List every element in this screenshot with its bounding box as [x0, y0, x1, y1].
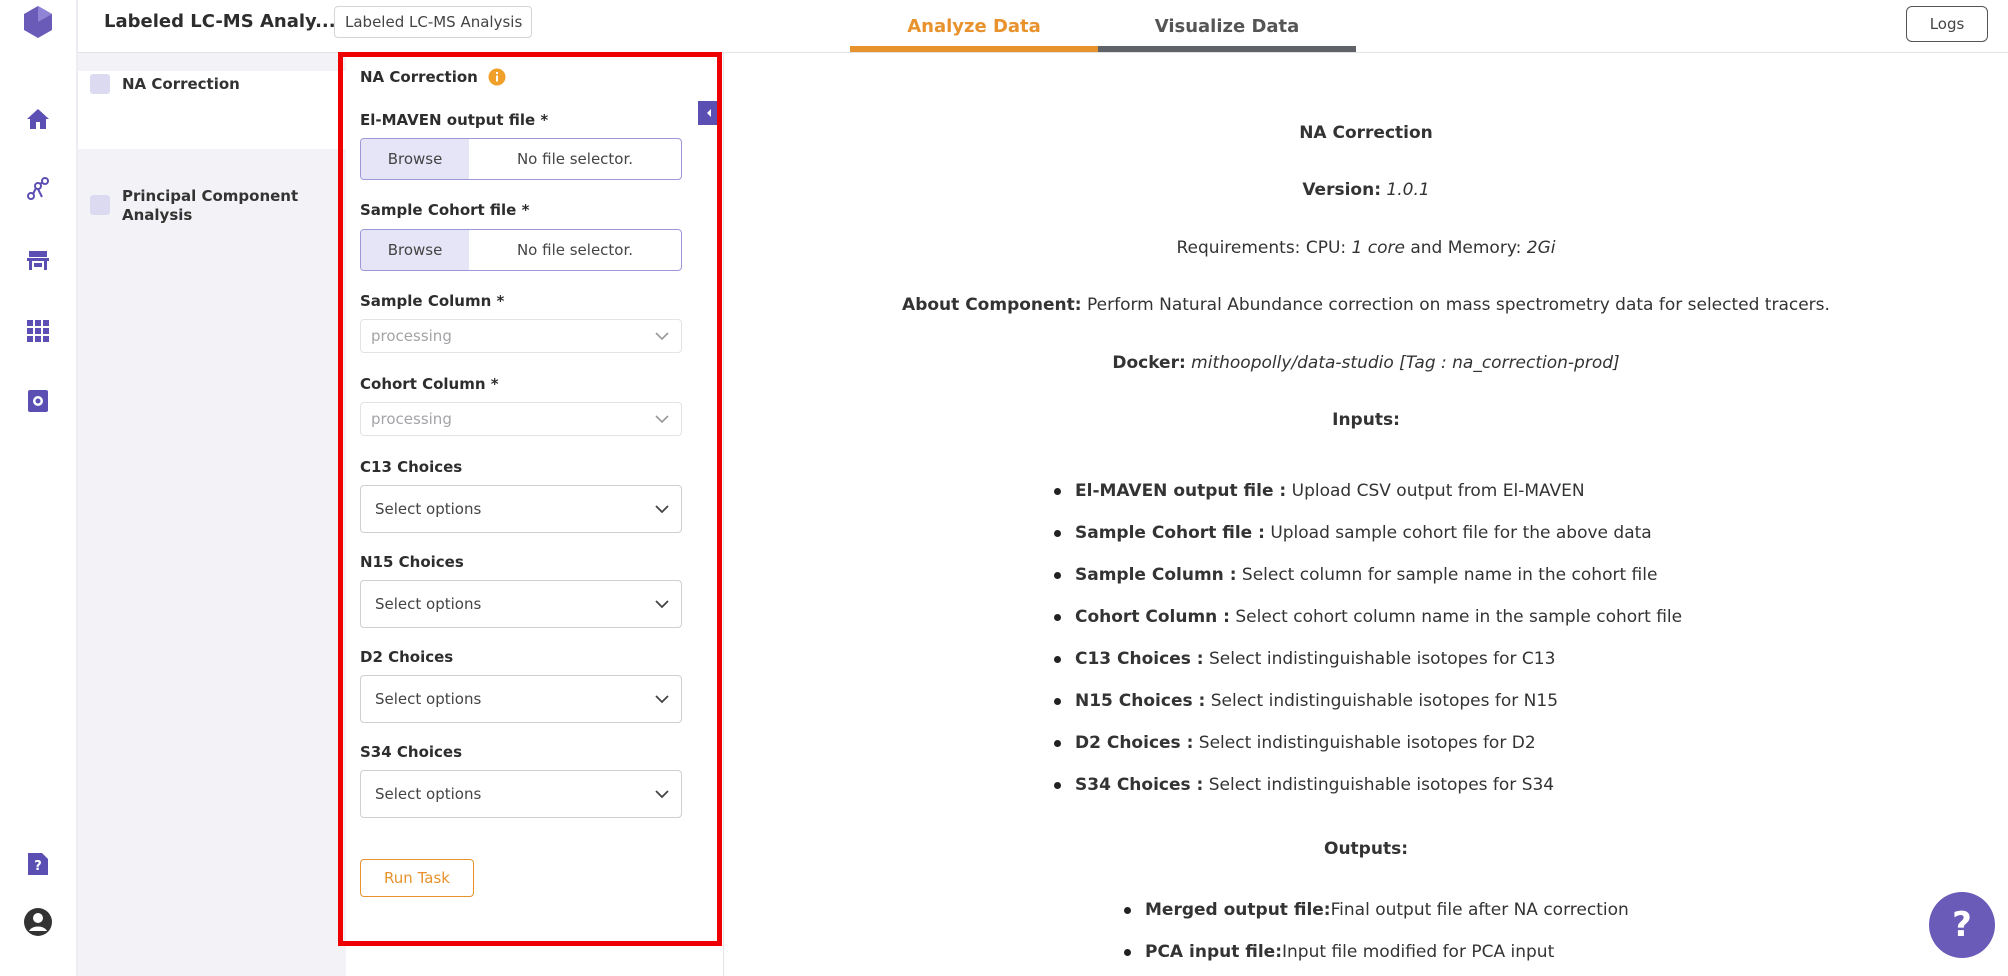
version-label: Version:	[1302, 180, 1381, 200]
list-item: Cohort Column : Select cohort column nam…	[1054, 596, 1682, 638]
list-item: Merged output file: Final output file aft…	[1124, 889, 1629, 931]
elmaven-file-input[interactable]: Browse No file selector.	[360, 138, 682, 180]
logs-button[interactable]: Logs	[1906, 6, 1988, 42]
form-heading: NA Correction	[360, 68, 506, 86]
project-title: Labeled LC-MS Analy...	[104, 11, 336, 32]
tab-analyze-data[interactable]: Analyze Data	[850, 0, 1098, 52]
memory-value: 2Gi	[1526, 238, 1556, 258]
inputs-list: El-MAVEN output file : Upload CSV output…	[1054, 470, 1682, 806]
component-item-na-correction[interactable]: NA Correction	[78, 71, 346, 149]
list-item: N15 Choices : Select indistinguishable i…	[1054, 680, 1682, 722]
docker-label: Docker:	[1112, 353, 1186, 373]
component-label: Principal Component Analysis	[122, 187, 299, 224]
help-doc-icon[interactable]: ?	[22, 848, 54, 880]
s34-select[interactable]: Select options	[360, 770, 682, 818]
requirements-mid: and Memory:	[1410, 238, 1522, 258]
select-placeholder: Select options	[375, 785, 482, 803]
collapse-panel-button[interactable]	[698, 101, 720, 125]
tab-visualize-data[interactable]: Visualize Data	[1098, 0, 1356, 52]
list-item: D2 Choices : Select indistinguishable is…	[1054, 722, 1682, 764]
active-tab-indicator	[850, 46, 1098, 52]
about-label: About Component:	[902, 295, 1082, 315]
icon-rail: ?	[0, 0, 78, 976]
help-chat-button[interactable]: ?	[1929, 892, 1995, 958]
home-icon[interactable]	[22, 103, 54, 135]
apps-grid-icon[interactable]	[22, 315, 54, 347]
file-status-text: No file selector.	[516, 150, 634, 168]
sample-column-select[interactable]: processing	[360, 319, 682, 353]
about-line: About Component: Perform Natural Abundan…	[724, 295, 2008, 315]
requirements-line: Requirements: CPU: 1 core and Memory: 2G…	[724, 238, 2008, 258]
list-item: PCA input file: Input file modified for P…	[1124, 931, 1629, 973]
inputs-heading: Inputs:	[1332, 410, 1400, 430]
chevron-left-icon	[707, 109, 711, 117]
chevron-down-icon	[655, 694, 669, 703]
list-item: S34 Choices : Select indistinguishable i…	[1054, 764, 1682, 806]
requirements-prefix: Requirements: CPU:	[1176, 238, 1347, 258]
file-status-text: No file selector.	[516, 241, 634, 259]
s34-label: S34 Choices	[360, 743, 463, 761]
lab-icon[interactable]	[22, 244, 54, 276]
chevron-down-icon	[655, 504, 669, 513]
elmaven-label: El-MAVEN output file *	[360, 111, 549, 129]
component-label: NA Correction	[122, 75, 240, 93]
list-item: El-MAVEN output file : Upload CSV output…	[1054, 470, 1682, 512]
component-list: NA Correction Principal Component Analys…	[78, 53, 346, 976]
chevron-down-icon	[655, 789, 669, 798]
d2-label: D2 Choices	[360, 648, 454, 666]
select-placeholder: Select options	[375, 500, 482, 518]
form-heading-text: NA Correction	[360, 68, 478, 86]
chevron-down-icon	[655, 599, 669, 608]
cpu-value: 1 core	[1351, 238, 1405, 258]
component-checkbox[interactable]	[90, 195, 110, 215]
cohort-file-input[interactable]: Browse No file selector.	[360, 229, 682, 271]
workflow-icon[interactable]	[22, 173, 54, 205]
select-placeholder: Select options	[375, 595, 482, 613]
run-task-button[interactable]: Run Task	[360, 859, 474, 897]
version-line: Version: 1.0.1	[724, 180, 2008, 200]
sample-column-label: Sample Column *	[360, 292, 505, 310]
data-icon[interactable]	[22, 385, 54, 417]
select-value: processing	[371, 327, 452, 345]
docker-line: Docker: mithoopolly/data-studio [Tag : n…	[724, 353, 2008, 373]
project-name-input[interactable]: Labeled LC-MS Analysis	[334, 6, 532, 38]
browse-button[interactable]: Browse	[361, 139, 469, 179]
n15-select[interactable]: Select options	[360, 580, 682, 628]
list-item: Sample Column : Select column for sample…	[1054, 554, 1682, 596]
outputs-list: Merged output file: Final output file aft…	[1124, 889, 1629, 973]
c13-label: C13 Choices	[360, 458, 463, 476]
chevron-down-icon	[655, 414, 669, 423]
browse-button[interactable]: Browse	[361, 230, 469, 270]
cohort-column-select[interactable]: processing	[360, 402, 682, 436]
info-icon[interactable]	[488, 68, 506, 86]
component-item-pca[interactable]: Principal Component Analysis	[78, 149, 346, 225]
user-avatar-icon[interactable]	[22, 906, 54, 938]
docker-value: mithoopolly/data-studio [Tag : na_correc…	[1191, 353, 1620, 373]
logo-icon[interactable]	[22, 6, 54, 38]
select-value: processing	[371, 410, 452, 428]
version-value: 1.0.1	[1386, 180, 1430, 200]
cohort-column-label: Cohort Column *	[360, 375, 499, 393]
svg-text:?: ?	[34, 859, 42, 874]
component-checkbox[interactable]	[90, 74, 110, 94]
select-placeholder: Select options	[375, 690, 482, 708]
n15-label: N15 Choices	[360, 553, 464, 571]
list-item: Sample Cohort file : Upload sample cohor…	[1054, 512, 1682, 554]
cohort-file-label: Sample Cohort file *	[360, 201, 530, 219]
d2-select[interactable]: Select options	[360, 675, 682, 723]
about-text: Perform Natural Abundance correction on …	[1086, 295, 1830, 315]
component-title: NA Correction	[1299, 123, 1433, 143]
outputs-heading: Outputs:	[1324, 839, 1408, 859]
list-item: C13 Choices : Select indistinguishable i…	[1054, 638, 1682, 680]
inactive-tab-indicator	[1098, 46, 1356, 52]
c13-select[interactable]: Select options	[360, 485, 682, 533]
chevron-down-icon	[655, 331, 669, 340]
